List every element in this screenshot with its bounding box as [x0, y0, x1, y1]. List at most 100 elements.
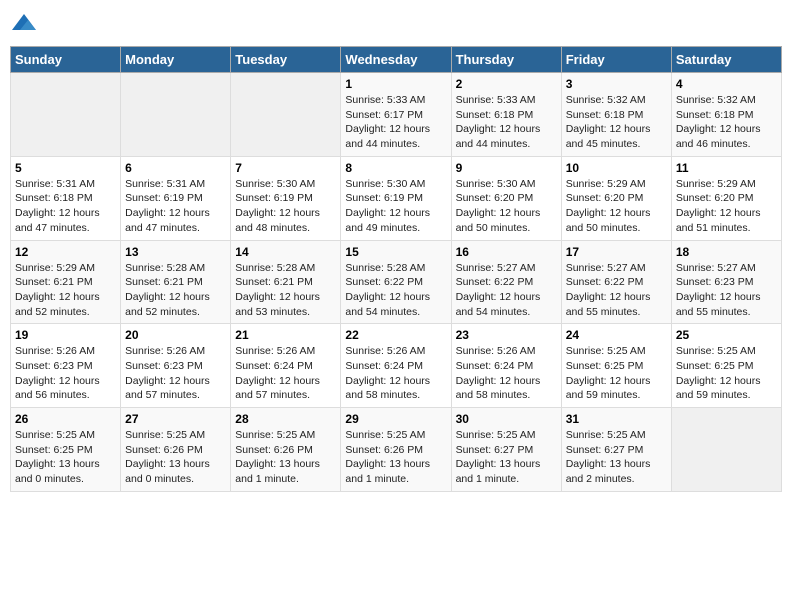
day-info: Sunrise: 5:33 AMSunset: 6:17 PMDaylight:…: [345, 93, 446, 152]
calendar-day: 1 Sunrise: 5:33 AMSunset: 6:17 PMDaylight…: [341, 73, 451, 157]
page-header: [10, 10, 782, 38]
day-number: 12: [15, 245, 116, 259]
day-info: Sunrise: 5:25 AMSunset: 6:27 PMDaylight:…: [456, 428, 557, 487]
calendar-day: 12 Sunrise: 5:29 AMSunset: 6:21 PMDayligh…: [11, 240, 121, 324]
calendar-day: 22 Sunrise: 5:26 AMSunset: 6:24 PMDayligh…: [341, 324, 451, 408]
day-number: 29: [345, 412, 446, 426]
header-day: Monday: [121, 47, 231, 73]
calendar-day: 25Sunrise: 5:25 AMSunset: 6:25 PMDayligh…: [671, 324, 781, 408]
calendar-day: [231, 73, 341, 157]
calendar-day: 14 Sunrise: 5:28 AMSunset: 6:21 PMDayligh…: [231, 240, 341, 324]
calendar-day: 19 Sunrise: 5:26 AMSunset: 6:23 PMDayligh…: [11, 324, 121, 408]
calendar-day: 13 Sunrise: 5:28 AMSunset: 6:21 PMDayligh…: [121, 240, 231, 324]
day-number: 1: [345, 77, 446, 91]
day-info: Sunrise: 5:25 AMSunset: 6:25 PMDaylight:…: [676, 344, 777, 403]
day-info: Sunrise: 5:25 AMSunset: 6:26 PMDaylight:…: [345, 428, 446, 487]
day-info: Sunrise: 5:28 AMSunset: 6:22 PMDaylight:…: [345, 261, 446, 320]
day-number: 10: [566, 161, 667, 175]
header-day: Friday: [561, 47, 671, 73]
day-info: Sunrise: 5:30 AMSunset: 6:19 PMDaylight:…: [345, 177, 446, 236]
calendar-day: 8 Sunrise: 5:30 AMSunset: 6:19 PMDaylight…: [341, 156, 451, 240]
calendar-day: 23 Sunrise: 5:26 AMSunset: 6:24 PMDayligh…: [451, 324, 561, 408]
day-info: Sunrise: 5:27 AMSunset: 6:22 PMDaylight:…: [456, 261, 557, 320]
calendar-day: 20Sunrise: 5:26 AMSunset: 6:23 PMDayligh…: [121, 324, 231, 408]
day-info: Sunrise: 5:26 AMSunset: 6:24 PMDaylight:…: [456, 344, 557, 403]
calendar-day: 29 Sunrise: 5:25 AMSunset: 6:26 PMDayligh…: [341, 408, 451, 492]
day-number: 5: [15, 161, 116, 175]
day-number: 22: [345, 328, 446, 342]
day-info: Sunrise: 5:29 AMSunset: 6:20 PMDaylight:…: [566, 177, 667, 236]
day-number: 28: [235, 412, 336, 426]
day-info: Sunrise: 5:29 AMSunset: 6:20 PMDaylight:…: [676, 177, 777, 236]
header-day: Sunday: [11, 47, 121, 73]
day-number: 2: [456, 77, 557, 91]
day-info: Sunrise: 5:29 AMSunset: 6:21 PMDaylight:…: [15, 261, 116, 320]
day-info: Sunrise: 5:25 AMSunset: 6:26 PMDaylight:…: [125, 428, 226, 487]
calendar-day: 30Sunrise: 5:25 AMSunset: 6:27 PMDayligh…: [451, 408, 561, 492]
calendar-day: 15 Sunrise: 5:28 AMSunset: 6:22 PMDayligh…: [341, 240, 451, 324]
calendar-week: 19 Sunrise: 5:26 AMSunset: 6:23 PMDayligh…: [11, 324, 782, 408]
header-day: Thursday: [451, 47, 561, 73]
day-number: 6: [125, 161, 226, 175]
day-info: Sunrise: 5:25 AMSunset: 6:27 PMDaylight:…: [566, 428, 667, 487]
day-number: 11: [676, 161, 777, 175]
calendar-day: [671, 408, 781, 492]
day-info: Sunrise: 5:26 AMSunset: 6:23 PMDaylight:…: [15, 344, 116, 403]
calendar-day: 4 Sunrise: 5:32 AMSunset: 6:18 PMDaylight…: [671, 73, 781, 157]
calendar-day: 9Sunrise: 5:30 AMSunset: 6:20 PMDaylight…: [451, 156, 561, 240]
calendar-day: 2 Sunrise: 5:33 AMSunset: 6:18 PMDaylight…: [451, 73, 561, 157]
calendar-table: SundayMondayTuesdayWednesdayThursdayFrid…: [10, 46, 782, 492]
logo-icon: [10, 10, 38, 38]
day-number: 7: [235, 161, 336, 175]
calendar-day: 7 Sunrise: 5:30 AMSunset: 6:19 PMDaylight…: [231, 156, 341, 240]
header-day: Wednesday: [341, 47, 451, 73]
day-info: Sunrise: 5:32 AMSunset: 6:18 PMDaylight:…: [676, 93, 777, 152]
calendar-day: 16 Sunrise: 5:27 AMSunset: 6:22 PMDayligh…: [451, 240, 561, 324]
day-info: Sunrise: 5:27 AMSunset: 6:22 PMDaylight:…: [566, 261, 667, 320]
day-number: 8: [345, 161, 446, 175]
calendar-week: 1 Sunrise: 5:33 AMSunset: 6:17 PMDaylight…: [11, 73, 782, 157]
day-number: 18: [676, 245, 777, 259]
calendar-week: 26Sunrise: 5:25 AMSunset: 6:25 PMDayligh…: [11, 408, 782, 492]
header-day: Tuesday: [231, 47, 341, 73]
day-info: Sunrise: 5:28 AMSunset: 6:21 PMDaylight:…: [125, 261, 226, 320]
calendar-day: 17 Sunrise: 5:27 AMSunset: 6:22 PMDayligh…: [561, 240, 671, 324]
day-number: 14: [235, 245, 336, 259]
calendar-day: 18Sunrise: 5:27 AMSunset: 6:23 PMDayligh…: [671, 240, 781, 324]
day-number: 17: [566, 245, 667, 259]
calendar-week: 12 Sunrise: 5:29 AMSunset: 6:21 PMDayligh…: [11, 240, 782, 324]
day-number: 23: [456, 328, 557, 342]
day-info: Sunrise: 5:30 AMSunset: 6:19 PMDaylight:…: [235, 177, 336, 236]
day-info: Sunrise: 5:31 AMSunset: 6:18 PMDaylight:…: [15, 177, 116, 236]
day-number: 13: [125, 245, 226, 259]
calendar-header: SundayMondayTuesdayWednesdayThursdayFrid…: [11, 47, 782, 73]
day-number: 15: [345, 245, 446, 259]
calendar-body: 1 Sunrise: 5:33 AMSunset: 6:17 PMDaylight…: [11, 73, 782, 492]
calendar-day: 11 Sunrise: 5:29 AMSunset: 6:20 PMDayligh…: [671, 156, 781, 240]
day-info: Sunrise: 5:33 AMSunset: 6:18 PMDaylight:…: [456, 93, 557, 152]
day-number: 4: [676, 77, 777, 91]
day-number: 20: [125, 328, 226, 342]
logo: [10, 10, 42, 38]
calendar-day: 21Sunrise: 5:26 AMSunset: 6:24 PMDayligh…: [231, 324, 341, 408]
day-info: Sunrise: 5:30 AMSunset: 6:20 PMDaylight:…: [456, 177, 557, 236]
calendar-day: 28 Sunrise: 5:25 AMSunset: 6:26 PMDayligh…: [231, 408, 341, 492]
day-number: 19: [15, 328, 116, 342]
day-number: 16: [456, 245, 557, 259]
day-number: 27: [125, 412, 226, 426]
calendar-day: 26Sunrise: 5:25 AMSunset: 6:25 PMDayligh…: [11, 408, 121, 492]
day-info: Sunrise: 5:25 AMSunset: 6:25 PMDaylight:…: [566, 344, 667, 403]
day-number: 24: [566, 328, 667, 342]
calendar-day: 6 Sunrise: 5:31 AMSunset: 6:19 PMDaylight…: [121, 156, 231, 240]
day-info: Sunrise: 5:26 AMSunset: 6:24 PMDaylight:…: [345, 344, 446, 403]
header-day: Saturday: [671, 47, 781, 73]
day-info: Sunrise: 5:28 AMSunset: 6:21 PMDaylight:…: [235, 261, 336, 320]
day-info: Sunrise: 5:31 AMSunset: 6:19 PMDaylight:…: [125, 177, 226, 236]
calendar-week: 5 Sunrise: 5:31 AMSunset: 6:18 PMDaylight…: [11, 156, 782, 240]
day-info: Sunrise: 5:26 AMSunset: 6:24 PMDaylight:…: [235, 344, 336, 403]
day-info: Sunrise: 5:25 AMSunset: 6:26 PMDaylight:…: [235, 428, 336, 487]
calendar-day: 3 Sunrise: 5:32 AMSunset: 6:18 PMDaylight…: [561, 73, 671, 157]
day-info: Sunrise: 5:32 AMSunset: 6:18 PMDaylight:…: [566, 93, 667, 152]
day-number: 3: [566, 77, 667, 91]
calendar-day: [121, 73, 231, 157]
